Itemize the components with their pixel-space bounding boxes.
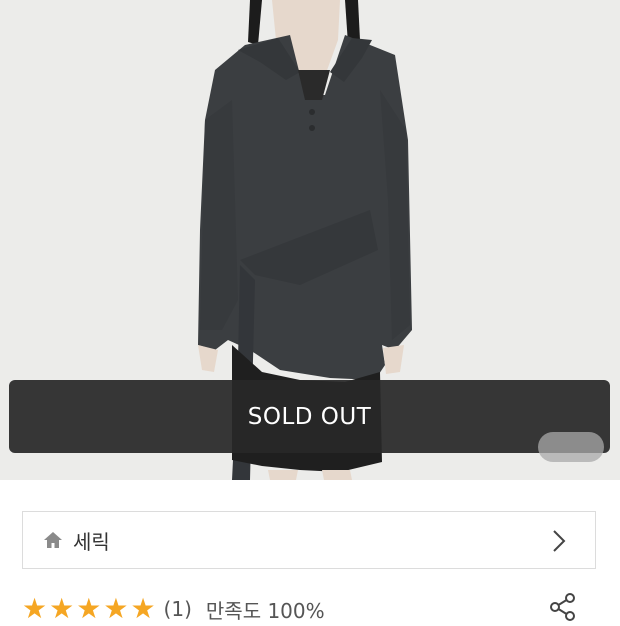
review-count: (1) bbox=[163, 597, 192, 621]
satisfaction-text: 만족도 100% bbox=[205, 598, 325, 623]
image-pager-indicator bbox=[538, 432, 604, 462]
star-icon: ★ bbox=[49, 592, 75, 625]
brand-name: 세릭 bbox=[73, 529, 110, 554]
star-icon: ★ bbox=[103, 592, 129, 625]
product-image[interactable]: SOLD OUT bbox=[0, 0, 620, 480]
star-icon: ★ bbox=[130, 592, 156, 625]
star-icon: ★ bbox=[76, 592, 102, 625]
brand-shop-link[interactable]: 세릭 bbox=[22, 511, 596, 569]
star-rating: ★ ★ ★ ★ ★ bbox=[22, 595, 156, 623]
chevron-right-icon bbox=[549, 529, 569, 553]
home-icon bbox=[43, 529, 65, 551]
share-icon[interactable] bbox=[548, 592, 578, 622]
star-icon: ★ bbox=[22, 592, 48, 625]
sold-out-overlay: SOLD OUT bbox=[9, 380, 610, 453]
